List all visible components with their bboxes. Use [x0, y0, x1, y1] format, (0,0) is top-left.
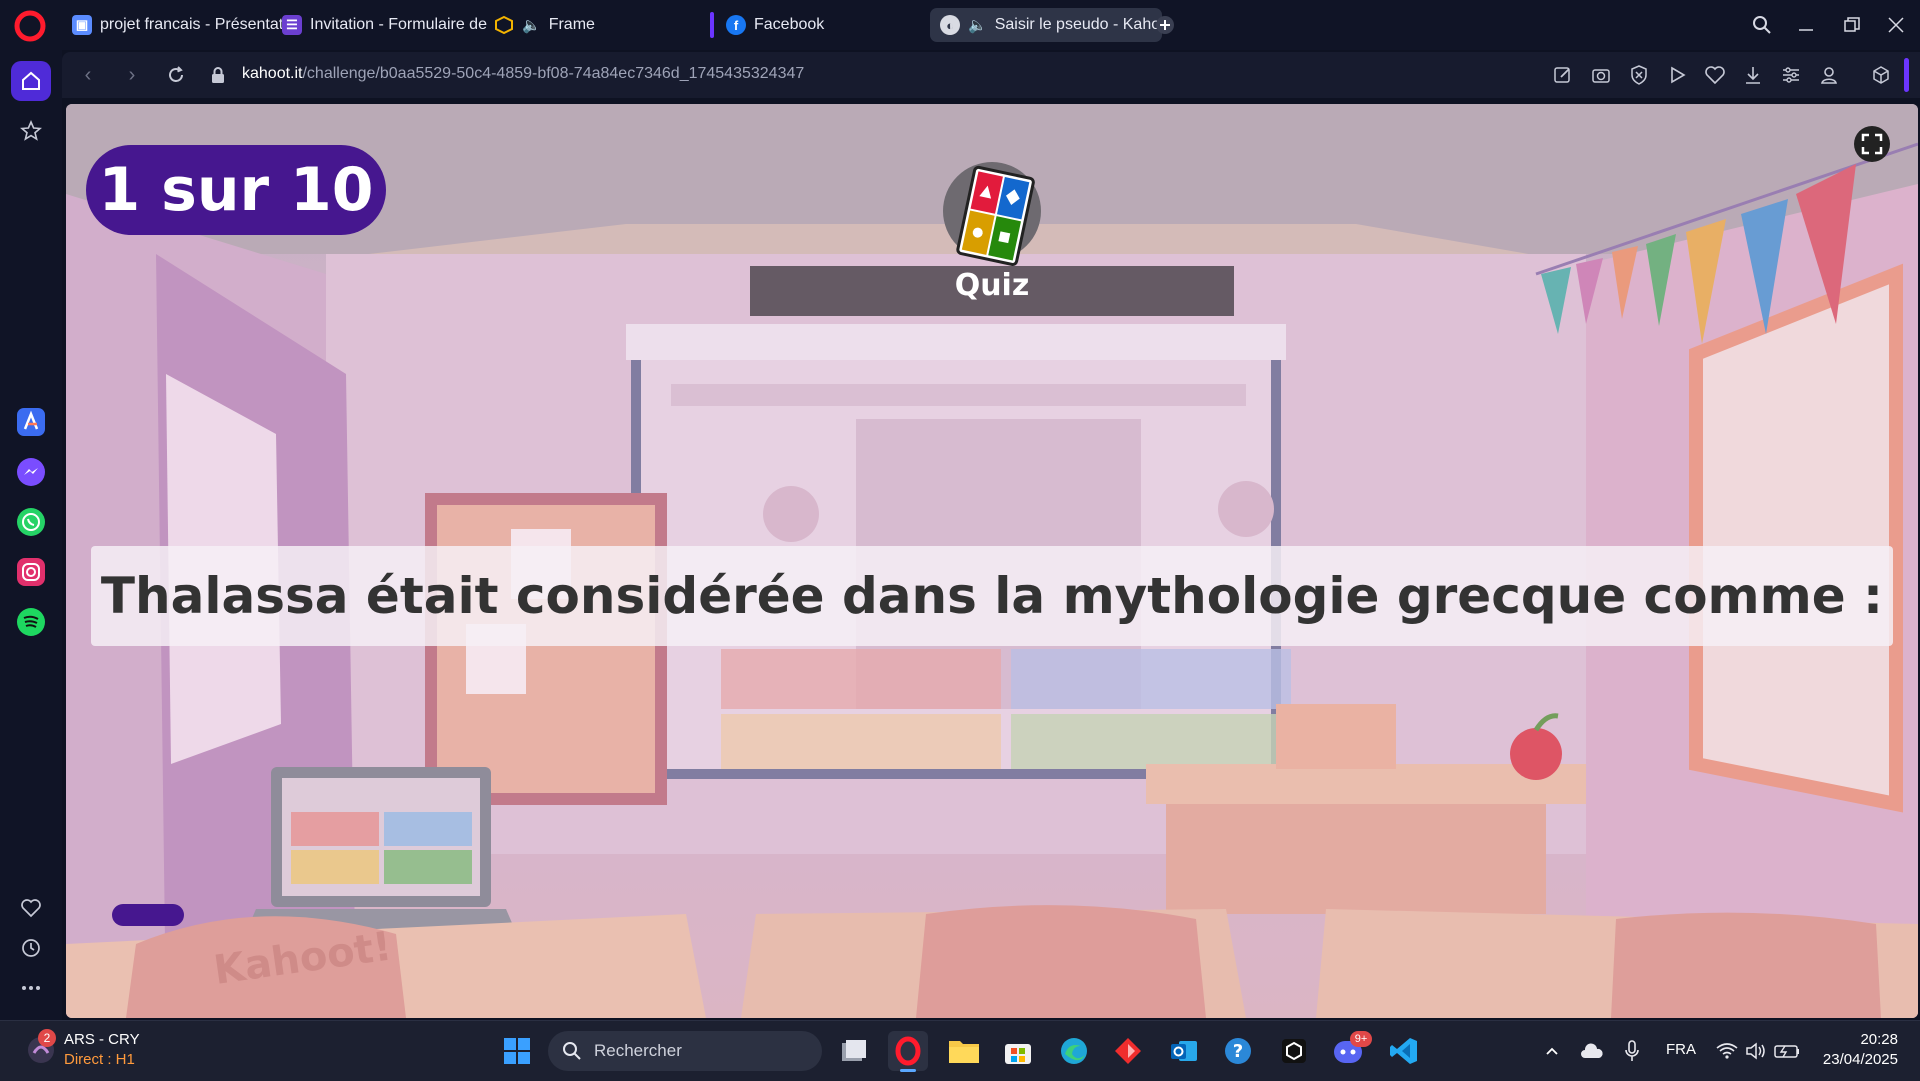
profile-icon[interactable]	[1818, 64, 1840, 86]
microsoft-store-icon[interactable]	[998, 1031, 1038, 1071]
more-options-icon[interactable]	[11, 968, 51, 1008]
spotify-icon[interactable]	[11, 602, 51, 642]
address-bar: ‹ › kahoot.it/challenge/b0aa5529-50c4-48…	[62, 52, 1920, 98]
forward-icon[interactable]: ›	[120, 63, 144, 87]
windows-taskbar: 2 ARS - CRY Direct : H1 Rechercher ? 9+	[0, 1020, 1920, 1081]
url-path: /challenge/b0aa5529-50c4-4859-bf08-74a84…	[302, 65, 805, 82]
help-icon[interactable]: ?	[1218, 1031, 1258, 1071]
browser-tab-strip: ▣ projet francais - Présentati ☰ Invitat…	[0, 0, 1920, 50]
tab-frame[interactable]: 🔈 Frame	[484, 8, 704, 42]
tab-search-icon[interactable]	[1744, 8, 1780, 42]
cube-app-icon[interactable]	[1274, 1031, 1314, 1071]
fullscreen-icon[interactable]	[1854, 126, 1890, 162]
question-counter: 1 sur 10	[86, 145, 386, 235]
clock-date[interactable]: 23/04/2025	[1818, 1051, 1898, 1068]
question-text: Thalassa était considérée dans la mythol…	[91, 546, 1893, 646]
url-host: kahoot.it	[242, 65, 303, 82]
discord-icon[interactable]: 9+	[1328, 1031, 1372, 1071]
bookmark-heart-icon[interactable]	[1704, 64, 1726, 86]
reload-icon[interactable]	[164, 63, 188, 87]
task-view-icon[interactable]	[834, 1031, 874, 1071]
history-clock-icon[interactable]	[11, 928, 51, 968]
back-icon[interactable]: ‹	[76, 63, 100, 87]
tab-invitation-form[interactable]: ☰ Invitation - Formulaire de	[272, 8, 502, 42]
tab-label: Invitation - Formulaire de	[310, 16, 487, 33]
microphone-icon[interactable]	[1614, 1031, 1650, 1071]
search-icon	[563, 1042, 581, 1060]
kahoot-game-viewport: Kahoot! 1 sur 10 Quiz Thalassa était con…	[66, 104, 1918, 1018]
close-window-button[interactable]	[1878, 8, 1914, 42]
whatsapp-icon[interactable]	[11, 502, 51, 542]
frame-icon	[494, 15, 514, 35]
media-subtitle: Direct : H1	[64, 1051, 135, 1068]
facebook-icon: f	[726, 15, 746, 35]
heart-icon[interactable]	[11, 888, 51, 928]
aria-ai-icon[interactable]	[11, 402, 51, 442]
snapshot-camera-icon[interactable]	[1590, 64, 1612, 86]
edit-page-icon[interactable]	[1552, 64, 1574, 86]
vscode-icon[interactable]	[1384, 1031, 1424, 1071]
browser-sidebar	[0, 50, 62, 1020]
messenger-icon[interactable]	[11, 452, 51, 492]
tab-kahoot-active[interactable]: ◐ 🔈 Saisir le pseudo - Kaho	[930, 8, 1162, 42]
windows-start-icon[interactable]	[497, 1031, 537, 1071]
globe-icon: ◐	[940, 15, 960, 35]
url-field[interactable]: kahoot.it/challenge/b0aa5529-50c4-4859-b…	[242, 65, 804, 83]
quiz-label: Quiz	[954, 268, 1030, 303]
tab-label: projet francais - Présentati	[100, 16, 287, 33]
network-volume-battery-group[interactable]	[1710, 1031, 1810, 1071]
timer-progress-bar	[112, 904, 184, 926]
restore-button[interactable]	[1834, 8, 1870, 42]
tab-label: Frame	[548, 16, 595, 33]
minimize-button[interactable]	[1788, 8, 1824, 42]
adblock-shield-icon[interactable]	[1628, 64, 1650, 86]
taskbar-search-box[interactable]: Rechercher	[548, 1031, 822, 1071]
media-widget-icon[interactable]: 2	[24, 1029, 58, 1067]
form-icon: ☰	[282, 15, 302, 35]
opera-menu-icon[interactable]	[14, 10, 46, 42]
download-icon[interactable]	[1742, 64, 1764, 86]
search-placeholder: Rechercher	[594, 1041, 682, 1060]
discord-badge: 9+	[1350, 1031, 1372, 1047]
tab-label: Saisir le pseudo - Kaho	[994, 16, 1161, 33]
svg-text:?: ?	[1233, 1041, 1243, 1062]
edge-browser-icon[interactable]	[1054, 1031, 1094, 1071]
speaker-icon[interactable]: 🔈	[522, 16, 541, 34]
sidebar-accent-bar	[1904, 58, 1909, 92]
home-icon[interactable]	[11, 61, 51, 101]
media-title: ARS - CRY	[64, 1031, 140, 1048]
quiz-answer-grid-icon	[956, 165, 1035, 266]
quiz-type-badge: Quiz	[750, 154, 1234, 316]
lock-icon[interactable]	[206, 63, 230, 87]
tab-facebook[interactable]: f Facebook	[716, 8, 946, 42]
new-tab-button[interactable]	[1148, 8, 1182, 42]
tab-label: Facebook	[754, 16, 825, 33]
tab-island-divider	[710, 12, 714, 38]
speaker-icon[interactable]: 🔈	[968, 16, 987, 34]
speed-dial-star-icon[interactable]	[11, 111, 51, 151]
outlook-icon[interactable]	[1164, 1031, 1204, 1071]
onedrive-cloud-icon[interactable]	[1574, 1031, 1610, 1071]
extensions-cube-icon[interactable]	[1870, 64, 1892, 86]
notification-badge: 2	[38, 1029, 56, 1047]
keyboard-language[interactable]: FRA	[1666, 1041, 1696, 1058]
easy-setup-icon[interactable]	[1780, 64, 1802, 86]
red-app-icon[interactable]	[1108, 1031, 1148, 1071]
slides-icon: ▣	[72, 15, 92, 35]
show-hidden-icons-chevron[interactable]	[1534, 1031, 1570, 1071]
clock-time[interactable]: 20:28	[1838, 1031, 1898, 1048]
player-play-icon[interactable]	[1666, 64, 1688, 86]
tab-presentation[interactable]: ▣ projet francais - Présentati	[62, 8, 290, 42]
instagram-icon[interactable]	[11, 552, 51, 592]
opera-taskbar-icon[interactable]	[888, 1031, 928, 1072]
file-explorer-icon[interactable]	[944, 1031, 984, 1071]
